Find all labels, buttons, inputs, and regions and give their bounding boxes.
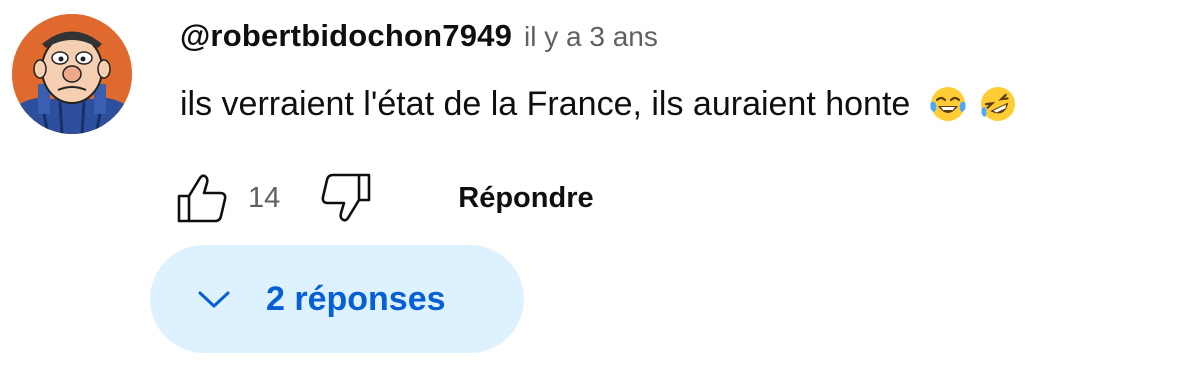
comment-author[interactable]: @robertbidochon7949: [180, 18, 512, 54]
reply-button[interactable]: Répondre: [458, 182, 593, 215]
thumb-up-icon: [177, 174, 227, 223]
thumb-down-icon: [321, 173, 371, 222]
comment-timestamp[interactable]: il y a 3 ans: [524, 21, 658, 53]
chevron-down-icon: [192, 277, 236, 321]
avatar[interactable]: [12, 14, 132, 134]
comment-text-row: ils verraient l'état de la France, ils a…: [180, 84, 1018, 124]
like-button[interactable]: [172, 168, 232, 228]
rolling-on-floor-laughing-icon: [978, 84, 1018, 124]
replies-count-label: 2 réponses: [266, 279, 446, 318]
like-count: 14: [248, 181, 281, 214]
comment-actions: 14 Répondre: [172, 168, 594, 228]
cartoon-character-avatar-icon: [12, 14, 132, 134]
comment-header: @robertbidochon7949 il y a 3 ans: [180, 18, 658, 62]
face-with-tears-of-joy-icon: [928, 84, 968, 124]
view-replies-button[interactable]: 2 réponses: [150, 245, 524, 353]
comment-thread: @robertbidochon7949 il y a 3 ans ils ver…: [0, 0, 1200, 366]
comment-text: ils verraient l'état de la France, ils a…: [180, 84, 911, 123]
dislike-button[interactable]: [316, 168, 376, 228]
